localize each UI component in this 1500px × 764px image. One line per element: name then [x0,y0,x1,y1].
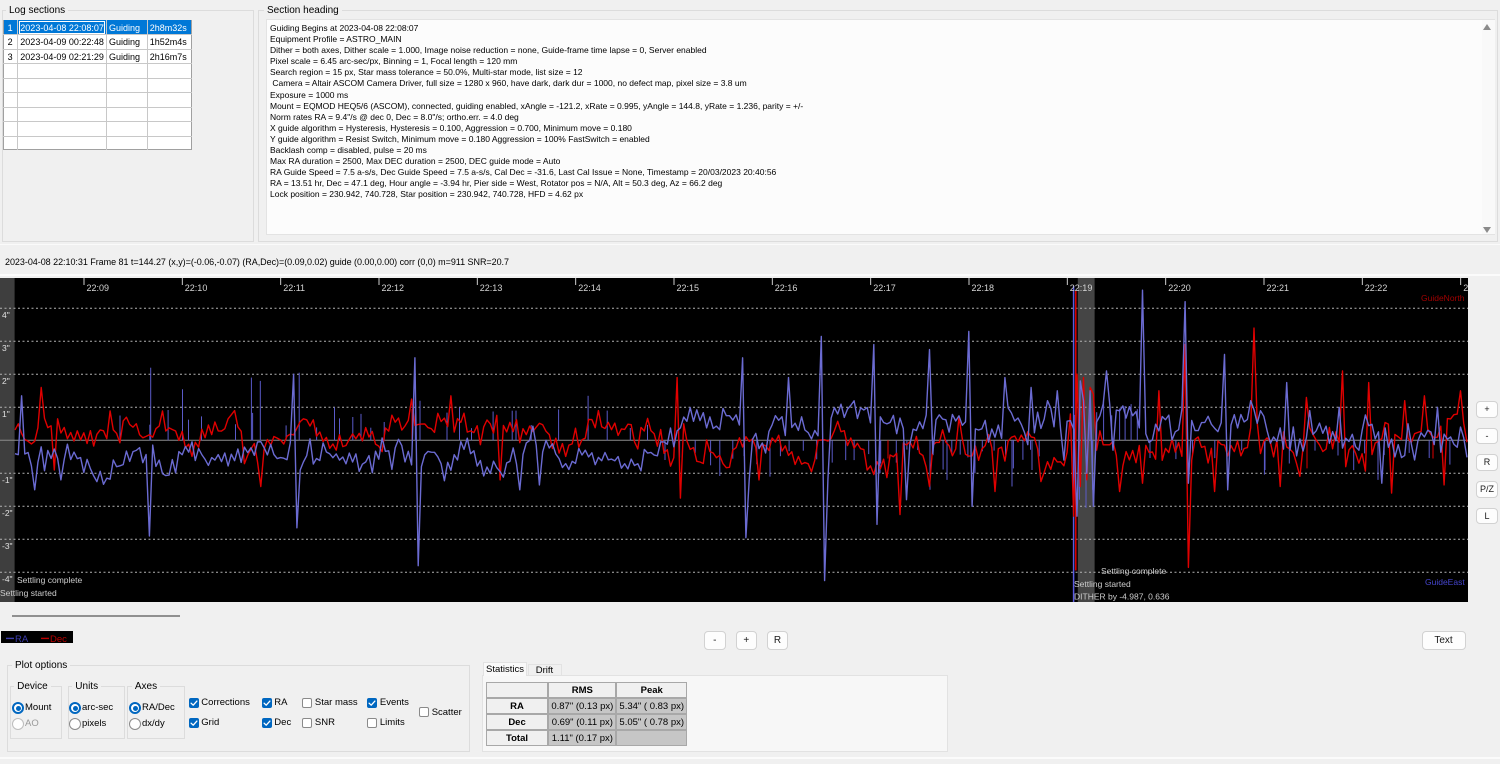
svg-text:GuideEast: GuideEast [1425,577,1465,587]
svg-text:-3": -3" [2,540,13,550]
svg-text:Settling started: Settling started [0,588,57,598]
svg-text:22:20: 22:20 [1168,283,1191,293]
svg-text:22:18: 22:18 [972,283,995,293]
svg-text:-2": -2" [2,507,13,517]
svg-text:22:15: 22:15 [677,283,700,293]
svg-text:-1": -1" [2,474,13,484]
svg-text:1": 1" [2,408,10,418]
svg-text:22:09: 22:09 [87,283,110,293]
svg-text:22:11: 22:11 [283,283,305,293]
svg-text:22:12: 22:12 [382,283,405,293]
svg-text:22:10: 22:10 [185,283,208,293]
svg-text:22:16: 22:16 [775,283,798,293]
svg-text:22:13: 22:13 [480,283,503,293]
svg-text:Settling started: Settling started [1074,579,1131,589]
svg-text:22:22: 22:22 [1365,283,1388,293]
svg-text:Settling complete: Settling complete [1101,566,1166,576]
svg-text:4": 4" [2,309,10,319]
svg-text:Settling complete: Settling complete [17,575,82,585]
svg-text:22:21: 22:21 [1267,283,1290,293]
svg-text:22:19: 22:19 [1070,283,1093,293]
svg-text:RA: RA [15,634,29,644]
svg-text:Dec: Dec [50,634,67,644]
svg-text:22:17: 22:17 [873,283,896,293]
svg-text:22:14: 22:14 [578,283,601,293]
svg-text:DITHER by -4.987, 0.636: DITHER by -4.987, 0.636 [1074,591,1170,601]
svg-text:22:23: 22:23 [1463,283,1468,293]
svg-text:-4": -4" [2,573,13,583]
svg-text:2": 2" [2,375,10,385]
svg-text:GuideNorth: GuideNorth [1421,293,1465,303]
svg-text:3": 3" [2,342,10,352]
